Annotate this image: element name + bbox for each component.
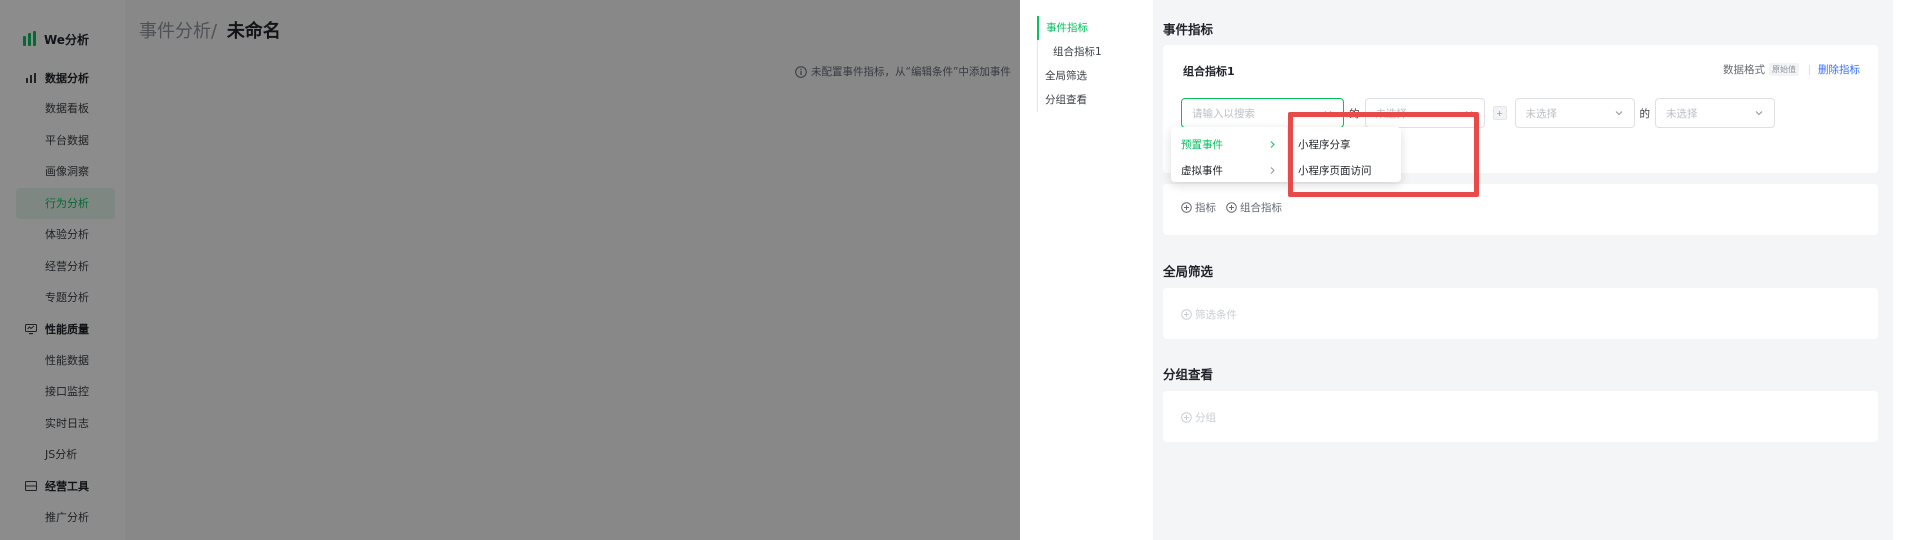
anchor-event-metrics[interactable]: 事件指标 xyxy=(1037,16,1127,40)
plus-circle-icon xyxy=(1181,202,1192,213)
add-filter-button[interactable]: 筛选条件 xyxy=(1195,307,1237,322)
metric-tools: 数据格式 原始值 删除指标 xyxy=(1723,62,1860,77)
add-metric-card: 指标 组合指标 xyxy=(1163,184,1878,235)
add-metric-button[interactable]: 指标 xyxy=(1195,200,1216,215)
section-title-event-metrics: 事件指标 xyxy=(1163,22,1214,37)
chevron-right-icon xyxy=(1270,166,1275,174)
second-attribute-select[interactable]: 未选择 xyxy=(1655,98,1775,128)
plus-circle-icon xyxy=(1226,202,1237,213)
of-word: 的 xyxy=(1639,107,1651,120)
data-format-tag[interactable]: 原始值 xyxy=(1769,63,1799,76)
second-event-value: 未选择 xyxy=(1525,107,1558,120)
event-cascader-dropdown: 预置事件 虚拟事件 小程序分享 小程序页面访问 xyxy=(1171,127,1401,182)
group-view-card: 分组 xyxy=(1163,391,1878,442)
attribute-select-value: 未选择 xyxy=(1375,107,1408,120)
operator-button[interactable]: + xyxy=(1492,106,1507,120)
drawer-content: 事件指标 组合指标1 数据格式 原始值 删除指标 请输入以搜索 的 未选择 + … xyxy=(1153,0,1893,540)
section-title-global-filter: 全局筛选 xyxy=(1163,264,1214,279)
chevron-down-icon xyxy=(1755,111,1763,116)
second-attribute-value: 未选择 xyxy=(1666,107,1698,120)
modal-overlay[interactable] xyxy=(0,0,1020,540)
divider xyxy=(1809,64,1810,75)
of-word: 的 xyxy=(1349,107,1360,120)
delete-metric-link[interactable]: 删除指标 xyxy=(1818,62,1860,77)
data-format-label: 数据格式 xyxy=(1723,64,1765,76)
chevron-down-icon xyxy=(1465,111,1472,116)
anchor-nav: 事件指标 组合指标1 全局筛选 分组查看 xyxy=(1037,16,1127,112)
add-group-row: 分组 xyxy=(1181,410,1216,425)
metric-name: 组合指标1 xyxy=(1183,65,1235,78)
section-title-group-view: 分组查看 xyxy=(1163,367,1214,382)
add-filter-row: 筛选条件 xyxy=(1181,307,1237,322)
event-search-input[interactable]: 请输入以搜索 xyxy=(1181,98,1344,128)
global-filter-card: 筛选条件 xyxy=(1163,288,1878,339)
add-combo-metric-button[interactable]: 组合指标 xyxy=(1240,200,1282,215)
anchor-combo-metric-1[interactable]: 组合指标1 xyxy=(1038,40,1127,64)
event-category-list: 预置事件 虚拟事件 xyxy=(1171,127,1288,182)
chevron-right-icon xyxy=(1270,140,1275,148)
event-option-share[interactable]: 小程序分享 xyxy=(1288,131,1401,157)
anchor-global-filter[interactable]: 全局筛选 xyxy=(1038,64,1127,88)
second-event-select[interactable]: 未选择 xyxy=(1514,98,1635,128)
plus-circle-icon xyxy=(1181,412,1192,423)
event-option-page-visit[interactable]: 小程序页面访问 xyxy=(1288,157,1401,183)
event-list: 小程序分享 小程序页面访问 xyxy=(1288,127,1401,182)
category-virtual-events[interactable]: 虚拟事件 xyxy=(1171,157,1287,183)
chevron-down-icon xyxy=(1324,111,1332,116)
plus-circle-icon xyxy=(1181,309,1192,320)
search-placeholder: 请输入以搜索 xyxy=(1192,107,1255,120)
category-preset-events[interactable]: 预置事件 xyxy=(1171,131,1287,157)
metric-formula-row: 请输入以搜索 的 未选择 + 未选择 的 未选择 xyxy=(1181,98,1775,128)
add-group-button[interactable]: 分组 xyxy=(1195,410,1216,425)
edit-drawer: 事件指标 组合指标1 全局筛选 分组查看 事件指标 组合指标1 数据格式 原始值… xyxy=(1020,0,1905,540)
category-label: 虚拟事件 xyxy=(1181,164,1223,177)
chevron-down-icon xyxy=(1615,111,1622,116)
attribute-select[interactable]: 未选择 xyxy=(1364,98,1485,128)
add-metric-row: 指标 组合指标 xyxy=(1181,200,1282,215)
anchor-group-view[interactable]: 分组查看 xyxy=(1038,88,1127,112)
category-label: 预置事件 xyxy=(1181,138,1223,151)
